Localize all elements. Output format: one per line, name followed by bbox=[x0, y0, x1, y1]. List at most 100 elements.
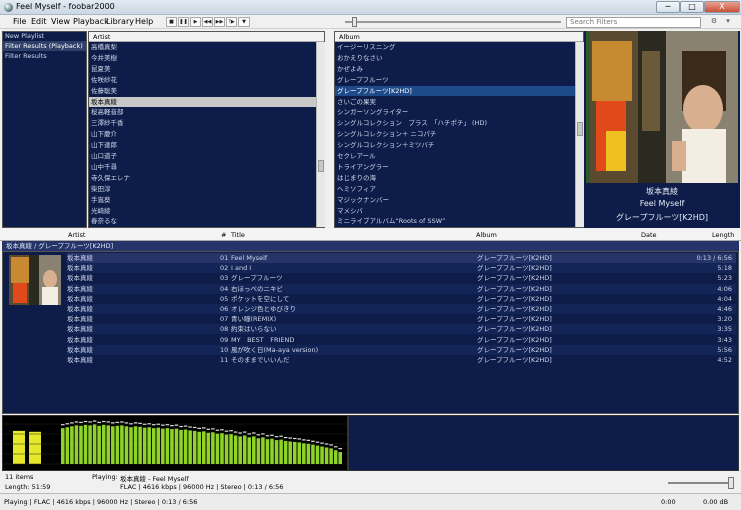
album-list-item[interactable]: イージーリスニング bbox=[335, 42, 575, 52]
artist-list-item[interactable]: 寺久保エレナ bbox=[89, 173, 316, 183]
album-list-item[interactable]: シンガーソングライター bbox=[335, 107, 575, 117]
spectrum-bar bbox=[115, 425, 120, 464]
playlist-item-filter-results[interactable]: Filter Results bbox=[5, 52, 47, 60]
artist-column-header[interactable]: Artist bbox=[89, 32, 324, 42]
artist-list-item[interactable]: 手嶌葵 bbox=[89, 195, 316, 205]
playlist-track-row[interactable]: 坂本真綾 03 グレープフルーツ グレープフルーツ[K2HD] 5:23 bbox=[67, 273, 736, 283]
menu-library[interactable]: Library bbox=[106, 17, 134, 26]
playlist-track-row[interactable]: 坂本真綾 09 MY BEST FRIEND グレープフルーツ[K2HD] 3:43 bbox=[67, 335, 736, 345]
album-column-header[interactable]: Album bbox=[335, 32, 583, 42]
column-header-date[interactable]: Date bbox=[641, 229, 657, 241]
column-header-number[interactable]: # bbox=[221, 229, 226, 241]
track-artist: 坂本真綾 bbox=[67, 294, 93, 303]
artist-list-item[interactable]: 山下達郎 bbox=[89, 140, 316, 150]
artist-list-item[interactable]: 春奈るな bbox=[89, 216, 316, 226]
minimize-button[interactable]: ─ bbox=[656, 1, 680, 13]
column-header-album[interactable]: Album bbox=[476, 229, 497, 241]
artist-scroll-thumb[interactable] bbox=[318, 160, 324, 172]
playlist-track-row[interactable]: 坂本真綾 01 Feel Myself グレープフルーツ[K2HD] 0:13 / 6:… bbox=[67, 253, 736, 263]
album-list-item[interactable]: シングルコレクション＋ ニコパチ bbox=[335, 129, 575, 139]
maximize-button[interactable]: □ bbox=[680, 1, 704, 13]
album-list-item[interactable]: マメシバ bbox=[335, 206, 575, 216]
track-album: グレープフルーツ[K2HD] bbox=[477, 264, 552, 273]
playlist-track-row[interactable]: 坂本真綾 07 青い瞳(REMIX) グレープフルーツ[K2HD] 3:20 bbox=[67, 314, 736, 324]
spectrum-peak bbox=[229, 430, 233, 432]
album-list-item[interactable]: セクレアール bbox=[335, 151, 575, 161]
artist-list-item[interactable]: 光崎綾 bbox=[89, 206, 316, 216]
artist-list-item[interactable]: 昆夏美 bbox=[89, 64, 316, 74]
playlist-track-row[interactable]: 坂本真綾 10 風が吹く日(Ma-aya version) グレープフルーツ[K2HD… bbox=[67, 344, 736, 355]
pause-icon[interactable]: ❚❚ bbox=[178, 17, 189, 27]
album-scrollbar[interactable] bbox=[575, 42, 584, 227]
seek-thumb[interactable] bbox=[351, 17, 357, 27]
menu-edit[interactable]: Edit bbox=[31, 17, 47, 26]
playlist-track-row[interactable]: 坂本真綾 05 ポケットを空にして グレープフルーツ[K2HD] 4:04 bbox=[67, 294, 736, 304]
album-list-item[interactable]: グレープフルーツ bbox=[335, 75, 575, 85]
artist-list-item[interactable]: 桜高軽音部 bbox=[89, 107, 316, 117]
spectrum-peak bbox=[311, 440, 315, 442]
play-icon[interactable]: ▶ bbox=[190, 17, 201, 27]
artist-list-item[interactable]: 山下慶介 bbox=[89, 129, 316, 139]
album-list-item[interactable]: おかえりなさい bbox=[335, 53, 575, 63]
next-icon[interactable]: ▶▶ bbox=[214, 17, 225, 27]
album-list-item[interactable]: ヘミソフィア bbox=[335, 184, 575, 194]
artist-list-item[interactable]: 山口道子 bbox=[89, 151, 316, 161]
playlist-track-row[interactable]: 坂本真綾 04 右ほっぺのニキビ グレープフルーツ[K2HD] 4:06 bbox=[67, 283, 736, 294]
title-bar[interactable]: Feel Myself - foobar2000 ─ □ X bbox=[0, 0, 741, 15]
menu-help[interactable]: Help bbox=[135, 17, 153, 26]
playlist-track-row[interactable]: 坂本真綾 06 オレンジ色とゆびきり グレープフルーツ[K2HD] 4:46 bbox=[67, 304, 736, 314]
artist-list-item[interactable]: 柴田淳 bbox=[89, 184, 316, 194]
close-button[interactable]: X bbox=[704, 1, 740, 13]
seek-track bbox=[345, 21, 561, 23]
previous-icon[interactable]: ◀◀ bbox=[202, 17, 213, 27]
album-list-item[interactable]: かぜよみ bbox=[335, 64, 575, 74]
track-length: 4:04 bbox=[717, 294, 732, 303]
album-list-item[interactable]: さいごの果実 bbox=[335, 97, 575, 107]
artist-list-item[interactable]: 三澤紗千香 bbox=[89, 118, 316, 128]
album-list-item[interactable]: マジックナンバー bbox=[335, 195, 575, 205]
artist-list-item[interactable]: 佐咲紗花 bbox=[89, 75, 316, 85]
artist-list-item[interactable]: 今井美樹 bbox=[89, 53, 316, 63]
playlist-track-row[interactable]: 坂本真綾 02 I and I グレープフルーツ[K2HD] 5:18 bbox=[67, 263, 736, 274]
column-header-title[interactable]: Title bbox=[231, 229, 245, 241]
menu-view[interactable]: View bbox=[51, 17, 70, 26]
artist-list-item[interactable]: 坂本真綾 bbox=[89, 96, 316, 107]
album-list-item[interactable]: はじまりの海 bbox=[335, 173, 575, 183]
spectrum-peak bbox=[197, 427, 201, 429]
track-artist: 坂本真綾 bbox=[67, 315, 93, 324]
artist-list-item[interactable]: 高橋真梨 bbox=[89, 42, 316, 52]
spectrum-peak bbox=[320, 442, 324, 444]
playback-order-icon[interactable]: ▼ bbox=[238, 17, 250, 27]
column-header-artist[interactable]: Artist bbox=[68, 229, 85, 241]
menu-file[interactable]: File bbox=[13, 17, 26, 26]
seek-bar[interactable] bbox=[345, 17, 561, 27]
album-list-item[interactable]: ミニライブアルバム“Roots of SSW” bbox=[335, 216, 575, 226]
artist-list-item[interactable]: 山中千尋 bbox=[89, 162, 316, 172]
menu-playback[interactable]: Playback bbox=[73, 17, 109, 26]
column-header-length[interactable]: Length bbox=[712, 229, 734, 241]
playlist-item-new[interactable]: New Playlist bbox=[5, 32, 44, 40]
album-list-item[interactable]: トライアングラー bbox=[335, 162, 575, 172]
album-list-item[interactable]: シングルコレクション＋ミツバチ bbox=[335, 140, 575, 150]
artist-list-item[interactable]: 佐藤聡美 bbox=[89, 86, 316, 96]
search-options-icon[interactable]: ▾ bbox=[722, 17, 734, 27]
track-number: 06 bbox=[220, 305, 229, 313]
playlist-track-row[interactable]: 坂本真綾 08 約束はいらない グレープフルーツ[K2HD] 3:35 bbox=[67, 324, 736, 335]
stop-icon[interactable]: ■ bbox=[166, 17, 177, 27]
album-list-item[interactable]: グレープフルーツ[K2HD] bbox=[335, 85, 575, 96]
spectrum-peak bbox=[274, 436, 279, 438]
tools-icon[interactable]: ⚙ bbox=[708, 17, 720, 27]
volume-slider-thumb[interactable] bbox=[728, 477, 734, 489]
playlist-item-filter-playback[interactable]: Filter Results (Playback) bbox=[5, 42, 83, 50]
album-list-item[interactable]: シングルコレクション プラス 「ハチポチ」 (HD) bbox=[335, 118, 575, 128]
artist-scrollbar[interactable] bbox=[316, 42, 325, 227]
volume-track[interactable] bbox=[668, 482, 728, 484]
random-icon[interactable]: ?▶ bbox=[226, 17, 237, 27]
spectrum-peak bbox=[106, 421, 111, 423]
search-filters-input[interactable]: Search Filters bbox=[566, 17, 701, 28]
spectrum-bar bbox=[111, 426, 115, 464]
spectrum-peak bbox=[288, 437, 292, 439]
album-scroll-thumb[interactable] bbox=[577, 122, 583, 136]
status-playing: Playing | FLAC | 4616 kbps | 96000 Hz | … bbox=[4, 498, 198, 506]
playlist-track-row[interactable]: 坂本真綾 11 そのままでいいんだ グレープフルーツ[K2HD] 4:52 bbox=[67, 355, 736, 365]
